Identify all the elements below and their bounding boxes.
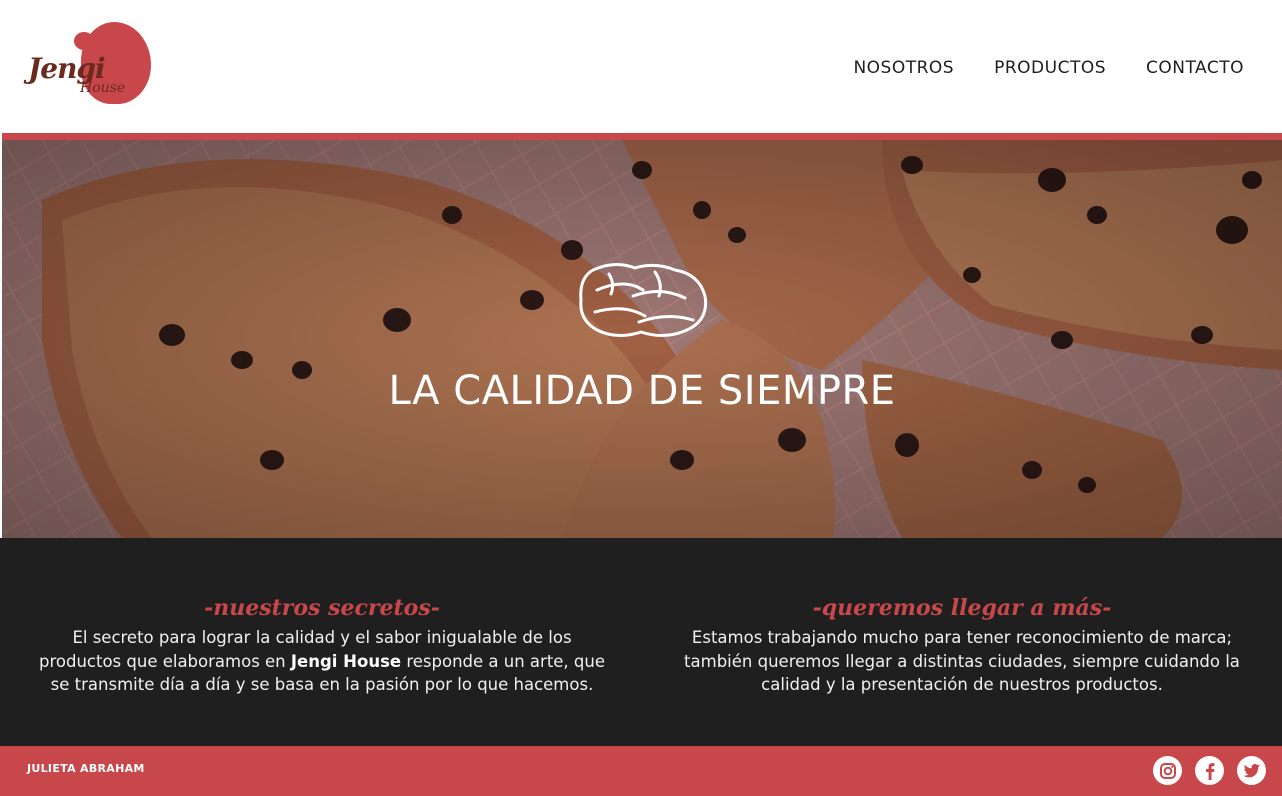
- jengi-house-logo[interactable]: Jengi House: [26, 22, 156, 108]
- twitter-icon[interactable]: [1237, 756, 1266, 785]
- goals-column: -queremos llegar a más- Estamos trabajan…: [672, 594, 1252, 697]
- secrets-heading: -nuestros secretos-: [204, 595, 440, 621]
- hero-title: LA CALIDAD DE SIEMPRE: [388, 368, 896, 414]
- site-header: Jengi House NOSOTROS PRODUCTOS CONTACTO: [0, 0, 1282, 133]
- site-footer: JULIETA ABRAHAM: [0, 746, 1282, 796]
- info-section: -nuestros secretos- El secreto para logr…: [0, 538, 1282, 746]
- logo-blob-drop: [74, 32, 94, 50]
- hero-banner: LA CALIDAD DE SIEMPRE: [2, 140, 1282, 538]
- nav-productos[interactable]: PRODUCTOS: [994, 58, 1106, 78]
- logo-sub: House: [80, 80, 126, 96]
- brand-name-bold: Jengi House: [290, 651, 402, 671]
- instagram-icon[interactable]: [1153, 756, 1182, 785]
- bread-icon: [579, 263, 708, 337]
- nav-contacto[interactable]: CONTACTO: [1146, 58, 1244, 78]
- nav-nosotros[interactable]: NOSOTROS: [853, 58, 954, 78]
- secrets-text: El secreto para lograr la calidad y el s…: [32, 626, 612, 697]
- header-divider: [2, 133, 1282, 140]
- secrets-column: -nuestros secretos- El secreto para logr…: [32, 594, 612, 697]
- goals-text: Estamos trabajando mucho para tener reco…: [684, 628, 1240, 694]
- footer-author: JULIETA ABRAHAM: [27, 762, 145, 775]
- facebook-icon[interactable]: [1195, 756, 1224, 785]
- social-links: [1153, 756, 1266, 785]
- goals-heading: -queremos llegar a más-: [812, 595, 1112, 621]
- main-nav: NOSOTROS PRODUCTOS CONTACTO: [853, 58, 1244, 78]
